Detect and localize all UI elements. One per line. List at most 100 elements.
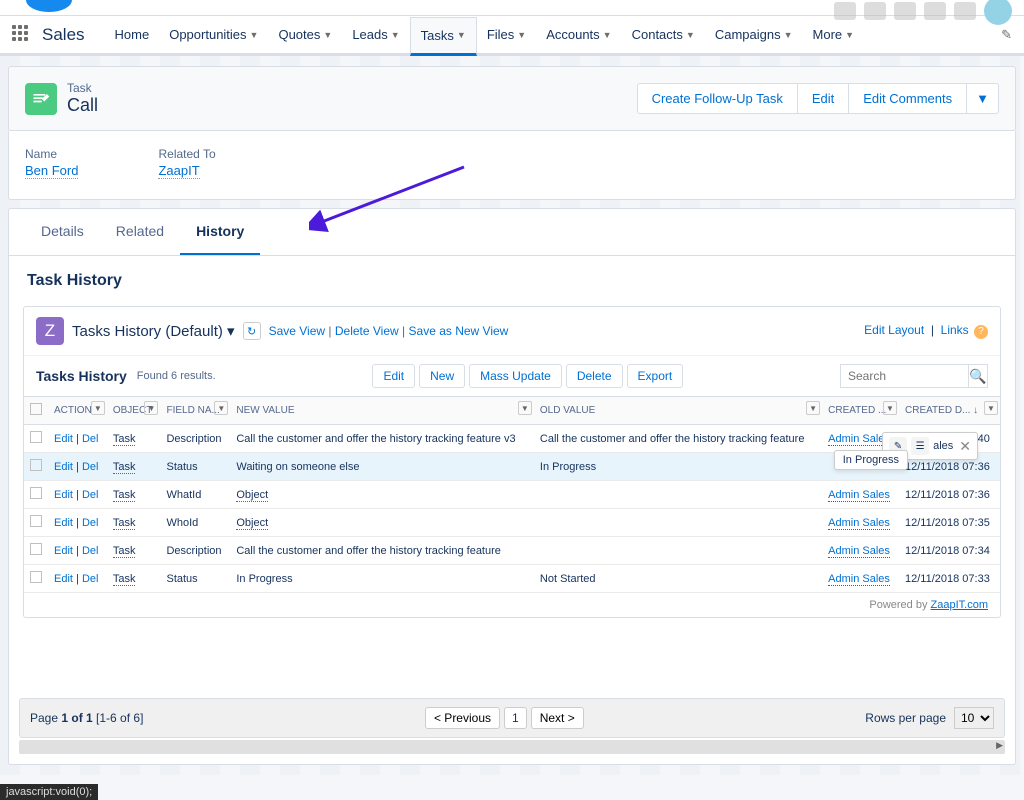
- object-link[interactable]: Task: [113, 433, 136, 446]
- nav-item-leads[interactable]: Leads ▼: [342, 17, 409, 56]
- export-button[interactable]: Export: [627, 364, 684, 388]
- close-popup-icon[interactable]: ✕: [959, 438, 971, 455]
- delete-button[interactable]: Delete: [566, 364, 623, 388]
- notification-icon[interactable]: [954, 2, 976, 20]
- row-checkbox[interactable]: [30, 431, 42, 443]
- del-row-link[interactable]: Del: [82, 545, 99, 557]
- edit-row-link[interactable]: Edit: [54, 573, 73, 585]
- nav-item-files[interactable]: Files ▼: [477, 17, 536, 56]
- nav-item-campaigns[interactable]: Campaigns ▼: [705, 17, 803, 56]
- next-page-button[interactable]: Next >: [531, 707, 584, 729]
- edit-row-link[interactable]: Edit: [54, 489, 73, 501]
- tab-related[interactable]: Related: [100, 209, 180, 255]
- del-row-link[interactable]: Del: [82, 433, 99, 445]
- app-launcher-icon[interactable]: [12, 25, 32, 45]
- chevron-down-icon: ▼: [517, 30, 526, 40]
- powered-by-link[interactable]: ZaapIT.com: [931, 599, 988, 611]
- edit-comments-button[interactable]: Edit Comments: [848, 83, 967, 114]
- more-actions-button[interactable]: ▼: [966, 83, 999, 114]
- value-link[interactable]: Object: [236, 489, 268, 502]
- links-link[interactable]: Links: [941, 323, 969, 337]
- row-checkbox[interactable]: [30, 459, 42, 471]
- row-checkbox[interactable]: [30, 543, 42, 555]
- nav-item-quotes[interactable]: Quotes ▼: [268, 17, 342, 56]
- new-button[interactable]: New: [419, 364, 465, 388]
- edit-layout-link[interactable]: Edit Layout: [864, 323, 924, 337]
- avatar[interactable]: [984, 0, 1012, 25]
- favorite-icon[interactable]: [834, 2, 856, 20]
- tab-details[interactable]: Details: [25, 209, 100, 255]
- edit-row-link[interactable]: Edit: [54, 433, 73, 445]
- user-link[interactable]: Admin Sales: [828, 489, 890, 502]
- del-row-link[interactable]: Del: [82, 489, 99, 501]
- prev-page-button[interactable]: < Previous: [425, 707, 500, 729]
- help-icon[interactable]: [894, 2, 916, 20]
- tab-history[interactable]: History: [180, 209, 260, 255]
- select-cell-icon[interactable]: ☰: [911, 437, 929, 455]
- chevron-down-icon: ▼: [686, 30, 695, 40]
- create-follow-up-task-button[interactable]: Create Follow-Up Task: [637, 83, 798, 114]
- column-menu-icon[interactable]: ▼: [984, 401, 998, 415]
- horizontal-scrollbar[interactable]: [19, 740, 1005, 754]
- nav-item-tasks[interactable]: Tasks ▼: [410, 17, 477, 56]
- page-title: Call: [67, 95, 98, 116]
- column-menu-icon[interactable]: ▼: [91, 401, 105, 415]
- object-link[interactable]: Task: [113, 545, 136, 558]
- del-row-link[interactable]: Del: [82, 517, 99, 529]
- nav-item-accounts[interactable]: Accounts ▼: [536, 17, 621, 56]
- edit-row-link[interactable]: Edit: [54, 461, 73, 473]
- grid-title: Tasks History: [36, 368, 127, 384]
- salesforce-logo: [26, 0, 72, 12]
- related-to-link[interactable]: ZaapIT: [158, 163, 199, 179]
- column-menu-icon[interactable]: ▼: [144, 401, 158, 415]
- user-link[interactable]: Admin Sales: [828, 433, 890, 446]
- save-as-new-view-link[interactable]: Save as New View: [409, 324, 509, 338]
- user-link[interactable]: Admin Sales: [828, 573, 890, 586]
- object-link[interactable]: Task: [113, 489, 136, 502]
- del-row-link[interactable]: Del: [82, 573, 99, 585]
- rows-per-page-select[interactable]: 10: [954, 707, 994, 729]
- edit-button[interactable]: Edit: [797, 83, 849, 114]
- object-link[interactable]: Task: [113, 517, 136, 530]
- user-link[interactable]: Admin Sales: [828, 517, 890, 530]
- column-menu-icon[interactable]: ▼: [518, 401, 532, 415]
- select-all-checkbox[interactable]: [30, 403, 42, 415]
- object-link[interactable]: Task: [113, 573, 136, 586]
- row-checkbox[interactable]: [30, 515, 42, 527]
- column-header[interactable]: NEW VALUE▼: [230, 397, 534, 425]
- column-menu-icon[interactable]: ▼: [214, 401, 228, 415]
- search-input[interactable]: [845, 366, 968, 386]
- tooltip: In Progress: [834, 450, 908, 470]
- view-name[interactable]: Tasks History (Default) ▾: [72, 322, 235, 340]
- value-link[interactable]: Object: [236, 517, 268, 530]
- edit-button[interactable]: Edit: [372, 364, 415, 388]
- column-header[interactable]: ACTION▼: [48, 397, 107, 425]
- edit-row-link[interactable]: Edit: [54, 517, 73, 529]
- object-link[interactable]: Task: [113, 461, 136, 474]
- search-icon[interactable]: 🔍: [968, 365, 987, 387]
- column-menu-icon[interactable]: ▼: [883, 401, 897, 415]
- column-menu-icon[interactable]: ▼: [806, 401, 820, 415]
- nav-item-home[interactable]: Home: [105, 17, 160, 56]
- user-link[interactable]: Admin Sales: [828, 545, 890, 558]
- setup-icon[interactable]: [924, 2, 946, 20]
- help-icon[interactable]: ?: [974, 325, 988, 339]
- save-view-link[interactable]: Save View: [269, 324, 325, 338]
- del-row-link[interactable]: Del: [82, 461, 99, 473]
- row-checkbox[interactable]: [30, 487, 42, 499]
- mass-update-button[interactable]: Mass Update: [469, 364, 562, 388]
- global-action-icon[interactable]: [864, 2, 886, 20]
- edit-row-link[interactable]: Edit: [54, 545, 73, 557]
- name-link[interactable]: Ben Ford: [25, 163, 78, 179]
- refresh-icon[interactable]: ↻: [243, 322, 261, 340]
- column-header[interactable]: CREATED ...▼: [822, 397, 899, 425]
- column-header[interactable]: OLD VALUE▼: [534, 397, 822, 425]
- row-checkbox[interactable]: [30, 571, 42, 583]
- column-header[interactable]: CREATED D... ↓▼: [899, 397, 1000, 425]
- nav-item-contacts[interactable]: Contacts ▼: [622, 17, 705, 56]
- edit-nav-icon[interactable]: ✎: [1001, 27, 1012, 43]
- column-header[interactable]: FIELD NA...▼: [160, 397, 230, 425]
- delete-view-link[interactable]: Delete View: [335, 324, 399, 338]
- nav-item-opportunities[interactable]: Opportunities ▼: [159, 17, 268, 56]
- column-header[interactable]: OBJECT▼: [107, 397, 161, 425]
